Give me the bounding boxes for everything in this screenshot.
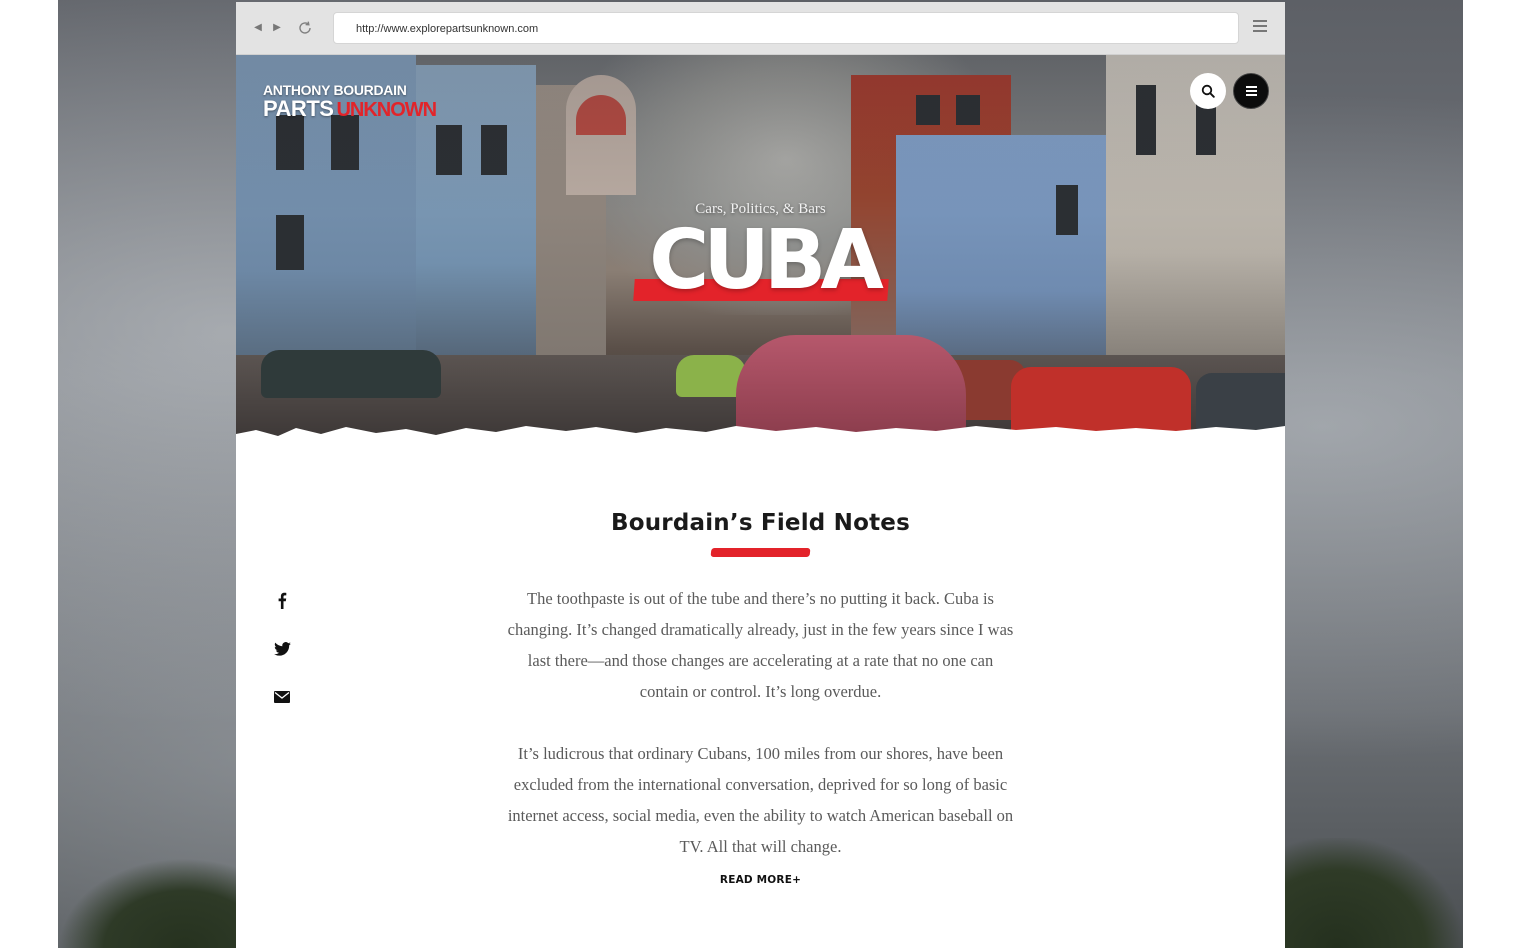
facebook-share-button[interactable] — [272, 590, 292, 610]
address-url: http://www.explorepartsunknown.com — [356, 23, 539, 35]
browser-menu-icon[interactable] — [1253, 20, 1267, 34]
email-icon — [274, 691, 290, 703]
background-trees-left — [58, 858, 238, 948]
browser-window: ◀ ▶ http://www.explorepartsunknown.com A… — [236, 2, 1285, 948]
menu-button[interactable] — [1233, 73, 1269, 109]
hamburger-icon — [1245, 84, 1257, 98]
browser-toolbar: ◀ ▶ http://www.explorepartsunknown.com — [236, 2, 1285, 55]
address-bar[interactable]: http://www.explorepartsunknown.com — [333, 12, 1239, 44]
facebook-icon — [278, 592, 287, 609]
field-notes-paragraph-1: The toothpaste is out of the tube and th… — [507, 589, 1014, 701]
hero-title-block: CUBA — [631, 216, 896, 312]
logo-unknown: UNKNOWN — [336, 99, 437, 121]
read-more-link[interactable]: READ MORE+ — [236, 874, 1285, 886]
twitter-icon — [273, 642, 291, 656]
section-title-underline — [710, 548, 811, 557]
section-title: Bourdain’s Field Notes — [610, 510, 910, 536]
forward-icon[interactable]: ▶ — [269, 19, 285, 37]
field-notes-paragraph-2: It’s ludicrous that ordinary Cubans, 100… — [507, 744, 1014, 856]
email-share-button[interactable] — [272, 687, 292, 707]
back-icon[interactable]: ◀ — [250, 19, 266, 37]
torn-edge — [236, 426, 1285, 462]
search-button[interactable] — [1190, 73, 1226, 109]
background-trees-right — [1283, 838, 1463, 948]
hero-title: CUBA — [649, 213, 884, 308]
logo-parts: PARTS — [263, 96, 334, 121]
twitter-share-button[interactable] — [272, 639, 292, 659]
brand-logo[interactable]: ANTHONY BOURDAIN PARTS UNKNOWN — [263, 82, 437, 121]
search-icon — [1201, 84, 1215, 98]
reload-icon[interactable] — [296, 19, 314, 37]
